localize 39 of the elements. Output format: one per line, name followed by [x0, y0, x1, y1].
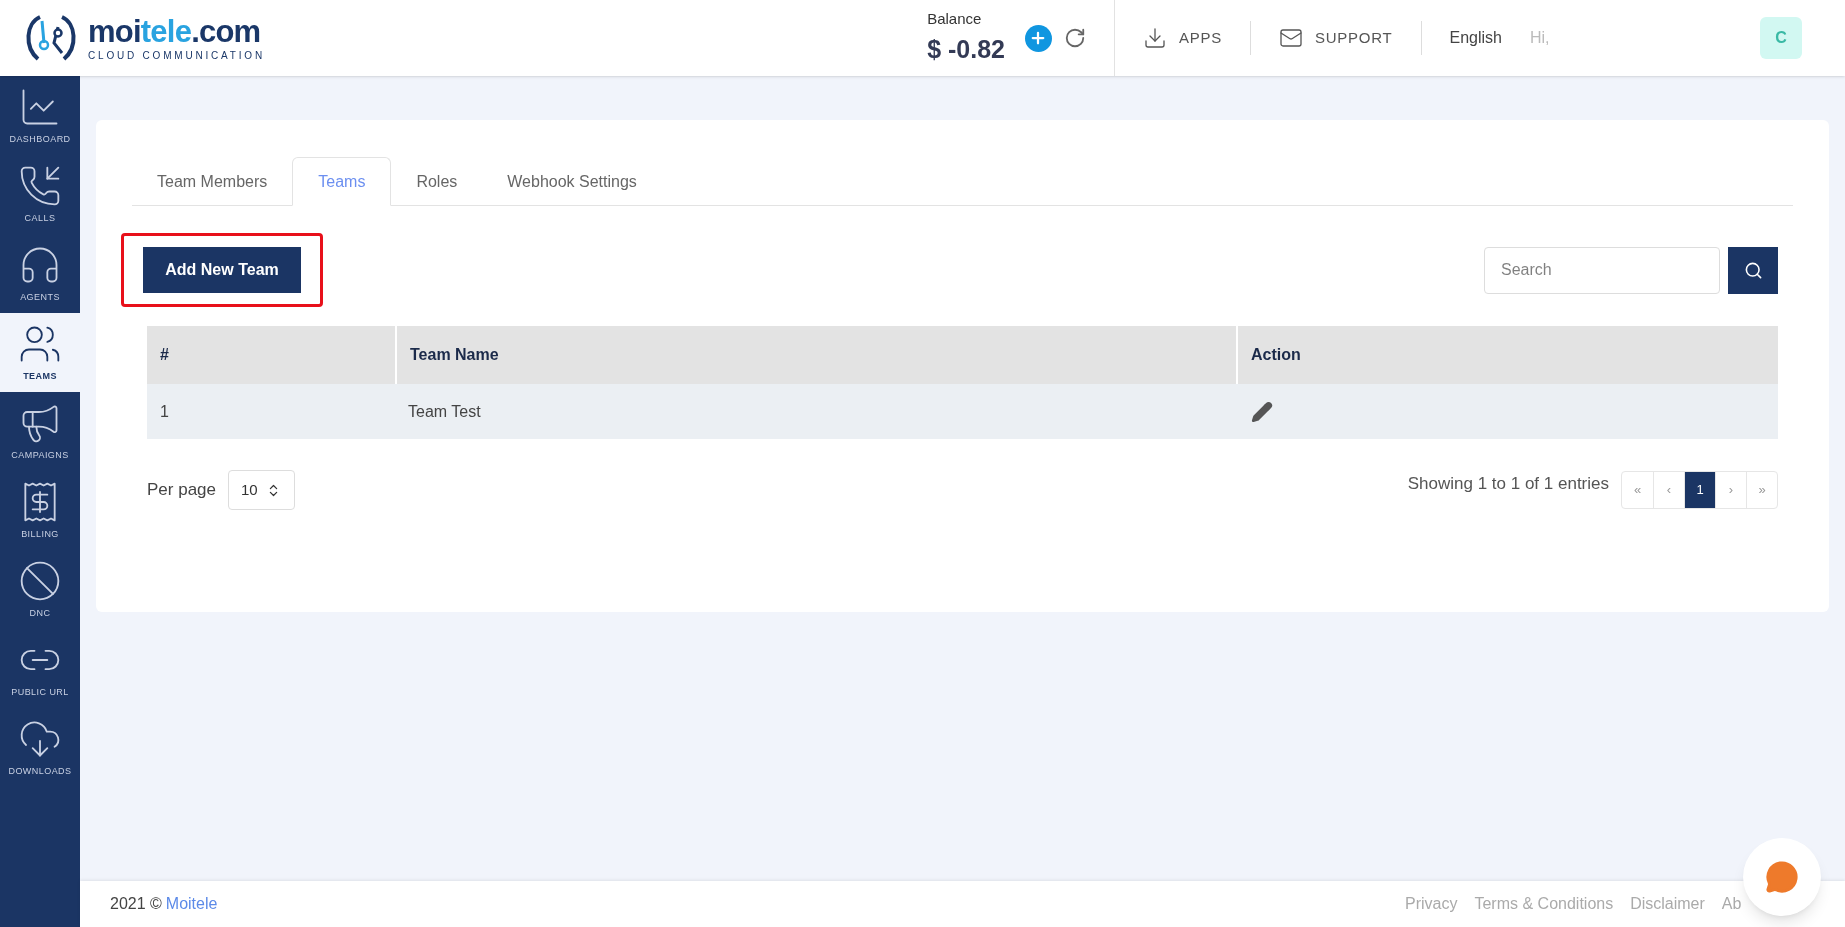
- tab[interactable]: Roles: [391, 157, 483, 206]
- add-funds-button[interactable]: [1025, 24, 1052, 52]
- refresh-icon[interactable]: [1064, 27, 1086, 49]
- download-icon: [1143, 26, 1167, 50]
- sidebar-item[interactable]: CAMPAIGNS: [0, 392, 80, 471]
- nav-link[interactable]: APPS: [1115, 26, 1250, 50]
- search-button[interactable]: [1728, 246, 1778, 294]
- per-page-label: Per page: [147, 479, 216, 502]
- sidebar-item[interactable]: DOWNLOADS: [0, 708, 80, 787]
- add-team-button[interactable]: Add New Team: [143, 247, 301, 293]
- table-cell-text: 1: [159, 401, 170, 422]
- sidebar-item[interactable]: DASHBOARD: [0, 76, 80, 155]
- sidebar-item[interactable]: CALLS: [0, 155, 80, 234]
- sidebar-item[interactable]: BILLING: [0, 471, 80, 550]
- sidebar-item[interactable]: AGENTS: [0, 234, 80, 313]
- table-cell-text: Team Test: [407, 401, 482, 422]
- edit-icon[interactable]: [1251, 400, 1273, 423]
- nav-link[interactable]: SUPPORT: [1251, 26, 1421, 50]
- logo-wordmark: moitele.com: [88, 15, 262, 47]
- sidebar-item[interactable]: PUBLIC URL: [0, 629, 80, 708]
- column-header: #: [159, 345, 170, 365]
- search-icon: [1743, 260, 1763, 280]
- brand-link[interactable]: Moitele: [165, 892, 218, 916]
- entries-info: Showing 1 to 1 of 1 entries: [1407, 473, 1609, 496]
- mail-icon: [1279, 26, 1303, 50]
- logo-tagline: CLOUD COMMUNICATION: [88, 50, 265, 61]
- balance-label: Balance: [927, 9, 983, 29]
- per-page-select[interactable]: 10: [228, 470, 295, 510]
- chat-icon: [1765, 860, 1799, 894]
- copyright: 2021 ©: [110, 894, 162, 914]
- balance-amount: $ -0.82: [927, 33, 1005, 65]
- search-field[interactable]: Search: [1484, 246, 1720, 294]
- page-button[interactable]: 1: [1684, 472, 1715, 508]
- language-selector[interactable]: English: [1421, 26, 1530, 50]
- tab[interactable]: Webhook Settings: [482, 157, 662, 206]
- sidebar-item[interactable]: DNC: [0, 550, 80, 629]
- tab[interactable]: Team Members: [132, 157, 293, 206]
- sidebar-item[interactable]: TEAMS: [0, 313, 80, 392]
- greeting: Hi,: [1530, 28, 1551, 48]
